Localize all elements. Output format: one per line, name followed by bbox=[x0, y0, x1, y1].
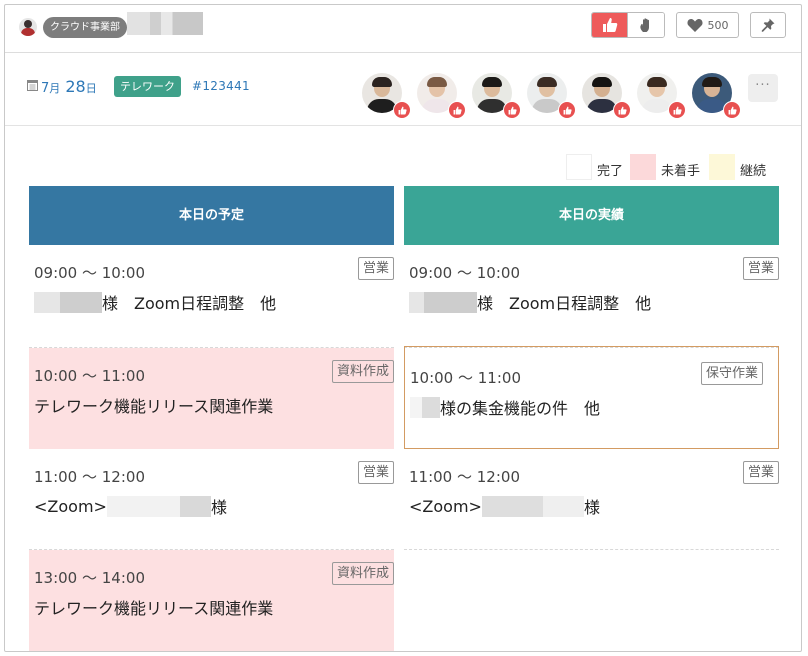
slot-category: 営業 bbox=[742, 257, 779, 280]
month-unit: 月 bbox=[49, 82, 61, 95]
redacted-client-name bbox=[34, 291, 102, 313]
card-topbar: クラウド事業部 500 bbox=[5, 5, 801, 53]
slot-title: 様の集金機能の件 他 bbox=[410, 395, 600, 419]
slot-time: 09:00 〜 10:00 bbox=[34, 264, 145, 282]
thumbs-up-icon bbox=[668, 101, 686, 119]
actual-slot[interactable]: 09:00 〜 10:00 営業 様 Zoom日程調整 他 bbox=[404, 245, 779, 348]
author-name-redacted bbox=[127, 12, 203, 35]
department-badge: クラウド事業部 bbox=[43, 17, 127, 38]
slot-title: 様 Zoom日程調整 他 bbox=[409, 290, 651, 314]
slot-title-text: 様 bbox=[583, 498, 600, 517]
thumbs-up-icon bbox=[448, 101, 466, 119]
thumbs-up-icon bbox=[503, 101, 521, 119]
actual-slot[interactable]: 11:00 〜 12:00 営業 <Zoom> 様 bbox=[404, 449, 779, 550]
slot-time: 11:00 〜 12:00 bbox=[34, 468, 145, 486]
slot-title-text: 様 bbox=[210, 498, 227, 517]
redacted-client-name bbox=[481, 495, 584, 517]
legend-swatch-continued bbox=[709, 154, 735, 180]
slot-title: テレワーク機能リリース関連作業 bbox=[34, 393, 273, 417]
slot-category: 営業 bbox=[357, 461, 394, 484]
heart-icon bbox=[686, 19, 703, 32]
thumbs-up-icon bbox=[602, 18, 617, 32]
slot-category: 保守作業 bbox=[700, 362, 763, 385]
redacted-client-name bbox=[409, 291, 477, 313]
plan-column-header: 本日の予定 bbox=[29, 186, 394, 245]
legend-label-continued: 継続 bbox=[740, 164, 767, 179]
plan-slot[interactable]: 09:00 〜 10:00 営業 様 Zoom日程調整 他 bbox=[29, 245, 394, 348]
report-date: 7月 28日 bbox=[41, 77, 97, 96]
slot-category: 営業 bbox=[357, 257, 394, 280]
author-avatar[interactable] bbox=[19, 18, 37, 36]
slot-category: 資料作成 bbox=[331, 360, 394, 383]
slot-title: <Zoom> 様 bbox=[409, 494, 600, 518]
report-day: 28 bbox=[65, 77, 86, 96]
raise-hand-button[interactable] bbox=[627, 13, 664, 37]
slot-time: 13:00 〜 14:00 bbox=[34, 569, 145, 587]
plan-slot[interactable]: 10:00 〜 11:00 資料作成 テレワーク機能リリース関連作業 bbox=[29, 348, 394, 449]
daily-report-card: クラウド事業部 500 7月 28日 テレワーク #123441 ··· 完了 … bbox=[4, 4, 802, 652]
actual-slot[interactable]: 10:00 〜 11:00 保守作業 様の集金機能の件 他 bbox=[404, 346, 779, 449]
heart-button[interactable]: 500 bbox=[676, 12, 739, 38]
slot-category: 営業 bbox=[742, 461, 779, 484]
slot-title-text: テレワーク機能リリース関連作業 bbox=[34, 599, 274, 618]
thumbs-up-icon bbox=[558, 101, 576, 119]
work-style-badge: テレワーク bbox=[114, 76, 181, 97]
legend-swatch-done bbox=[566, 154, 592, 180]
plan-slot[interactable]: 13:00 〜 14:00 資料作成 テレワーク機能リリース関連作業 bbox=[29, 550, 394, 651]
slot-title: 様 Zoom日程調整 他 bbox=[34, 290, 276, 314]
slot-title-text: 様の集金機能の件 他 bbox=[440, 399, 601, 418]
slot-category: 資料作成 bbox=[331, 562, 394, 585]
more-reactors-button[interactable]: ··· bbox=[748, 74, 778, 102]
slot-time: 11:00 〜 12:00 bbox=[409, 468, 520, 486]
redacted-client-name bbox=[106, 495, 211, 517]
plan-slot[interactable]: 11:00 〜 12:00 営業 <Zoom> 様 bbox=[29, 449, 394, 550]
thumbs-up-icon bbox=[723, 101, 741, 119]
slot-title: <Zoom> 様 bbox=[34, 494, 227, 518]
reaction-group bbox=[591, 12, 665, 38]
slot-time: 10:00 〜 11:00 bbox=[34, 367, 145, 385]
report-id[interactable]: #123441 bbox=[192, 79, 250, 93]
redacted-client-name bbox=[410, 396, 440, 418]
legend-label-not-started: 未着手 bbox=[661, 164, 701, 179]
slot-title-text: 様 Zoom日程調整 他 bbox=[477, 294, 652, 313]
like-button[interactable] bbox=[592, 13, 628, 37]
pin-icon bbox=[761, 18, 775, 32]
thumbs-up-icon bbox=[613, 101, 631, 119]
day-unit: 日 bbox=[85, 82, 97, 95]
heart-count: 500 bbox=[707, 18, 729, 32]
slot-title-text: 様 Zoom日程調整 他 bbox=[102, 294, 277, 313]
legend-label-done: 完了 bbox=[597, 164, 624, 179]
thumbs-up-icon bbox=[393, 101, 411, 119]
slot-time: 10:00 〜 11:00 bbox=[410, 369, 521, 387]
legend-swatch-not-started bbox=[630, 154, 656, 180]
slot-title-prefix: <Zoom> bbox=[409, 496, 482, 516]
slot-time: 09:00 〜 10:00 bbox=[409, 264, 520, 282]
slot-title: テレワーク機能リリース関連作業 bbox=[34, 595, 273, 619]
pin-button[interactable] bbox=[750, 12, 786, 38]
calendar-icon bbox=[27, 80, 38, 91]
raised-hand-icon bbox=[640, 18, 649, 32]
slot-title-text: テレワーク機能リリース関連作業 bbox=[34, 397, 274, 416]
actual-column-header: 本日の実績 bbox=[404, 186, 779, 245]
slot-title-prefix: <Zoom> bbox=[34, 496, 107, 516]
